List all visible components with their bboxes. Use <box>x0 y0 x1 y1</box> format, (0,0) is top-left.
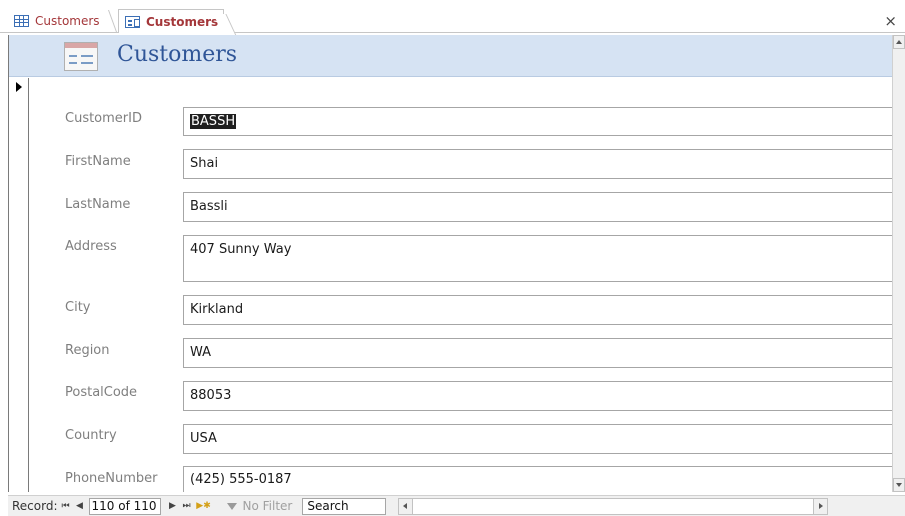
postalcode-field[interactable]: 88053 <box>183 381 895 411</box>
region-label: Region <box>65 343 110 358</box>
scroll-down-icon[interactable] <box>893 478 905 492</box>
firstname-label: FirstName <box>65 154 131 169</box>
current-record-input[interactable]: 110 of 110 <box>88 497 161 515</box>
address-label: Address <box>65 239 117 254</box>
lastname-field[interactable]: Bassli <box>183 192 895 222</box>
form-title: Customers <box>117 42 238 67</box>
tab-label: Customers <box>35 14 100 28</box>
close-icon[interactable]: × <box>884 12 897 30</box>
filter-label: No Filter <box>242 499 293 513</box>
horizontal-scrollbar[interactable] <box>398 497 829 515</box>
form-icon <box>125 15 140 28</box>
search-input[interactable]: Search <box>302 497 387 515</box>
country-field[interactable]: USA <box>183 424 895 454</box>
record-label: Record: <box>12 499 58 513</box>
form-logo-icon <box>64 42 98 71</box>
scroll-right-icon[interactable] <box>813 498 828 514</box>
tab-customers-form[interactable]: Customers <box>118 9 224 33</box>
record-navigation-bar: Record: ⏮ ◀ 110 of 110 ▶ ⏭ ▶✱ No Filter … <box>8 495 905 516</box>
customerid-label: CustomerID <box>65 111 142 126</box>
customerid-field[interactable]: BASSH <box>183 107 895 136</box>
filter-toggle[interactable]: No Filter <box>226 499 293 513</box>
scroll-left-icon[interactable] <box>399 498 414 514</box>
scroll-up-icon[interactable] <box>893 35 905 49</box>
city-field[interactable]: Kirkland <box>183 295 895 325</box>
address-field[interactable]: 407 Sunny Way <box>183 235 895 282</box>
first-record-icon[interactable]: ⏮ <box>60 498 72 514</box>
region-field[interactable]: WA <box>183 338 895 368</box>
new-record-icon[interactable]: ▶✱ <box>195 498 213 514</box>
record-selector[interactable] <box>9 78 29 492</box>
customerid-value: BASSH <box>190 114 237 129</box>
form-header: Customers <box>9 35 893 77</box>
next-record-icon[interactable]: ▶ <box>167 498 179 514</box>
filter-icon <box>226 502 237 510</box>
document-tab-strip: Customers Customers × <box>0 0 905 33</box>
current-record-arrow-icon <box>16 82 22 92</box>
tab-customers-table[interactable]: Customers <box>8 9 116 33</box>
postalcode-label: PostalCode <box>65 385 138 400</box>
lastname-label: LastName <box>65 197 131 212</box>
phonenumber-field[interactable]: (425) 555-0187 <box>183 466 895 492</box>
previous-record-icon[interactable]: ◀ <box>74 498 86 514</box>
vertical-scrollbar[interactable] <box>892 35 905 492</box>
firstname-field[interactable]: Shai <box>183 149 895 179</box>
country-label: Country <box>65 428 117 443</box>
tab-label: Customers <box>146 14 219 29</box>
last-record-icon[interactable]: ⏭ <box>181 498 193 514</box>
form-view: Customers CustomerID BASSH FirstName Sha… <box>8 35 895 492</box>
phonenumber-label: PhoneNumber <box>65 471 158 486</box>
table-icon <box>14 15 29 27</box>
city-label: City <box>65 300 91 315</box>
